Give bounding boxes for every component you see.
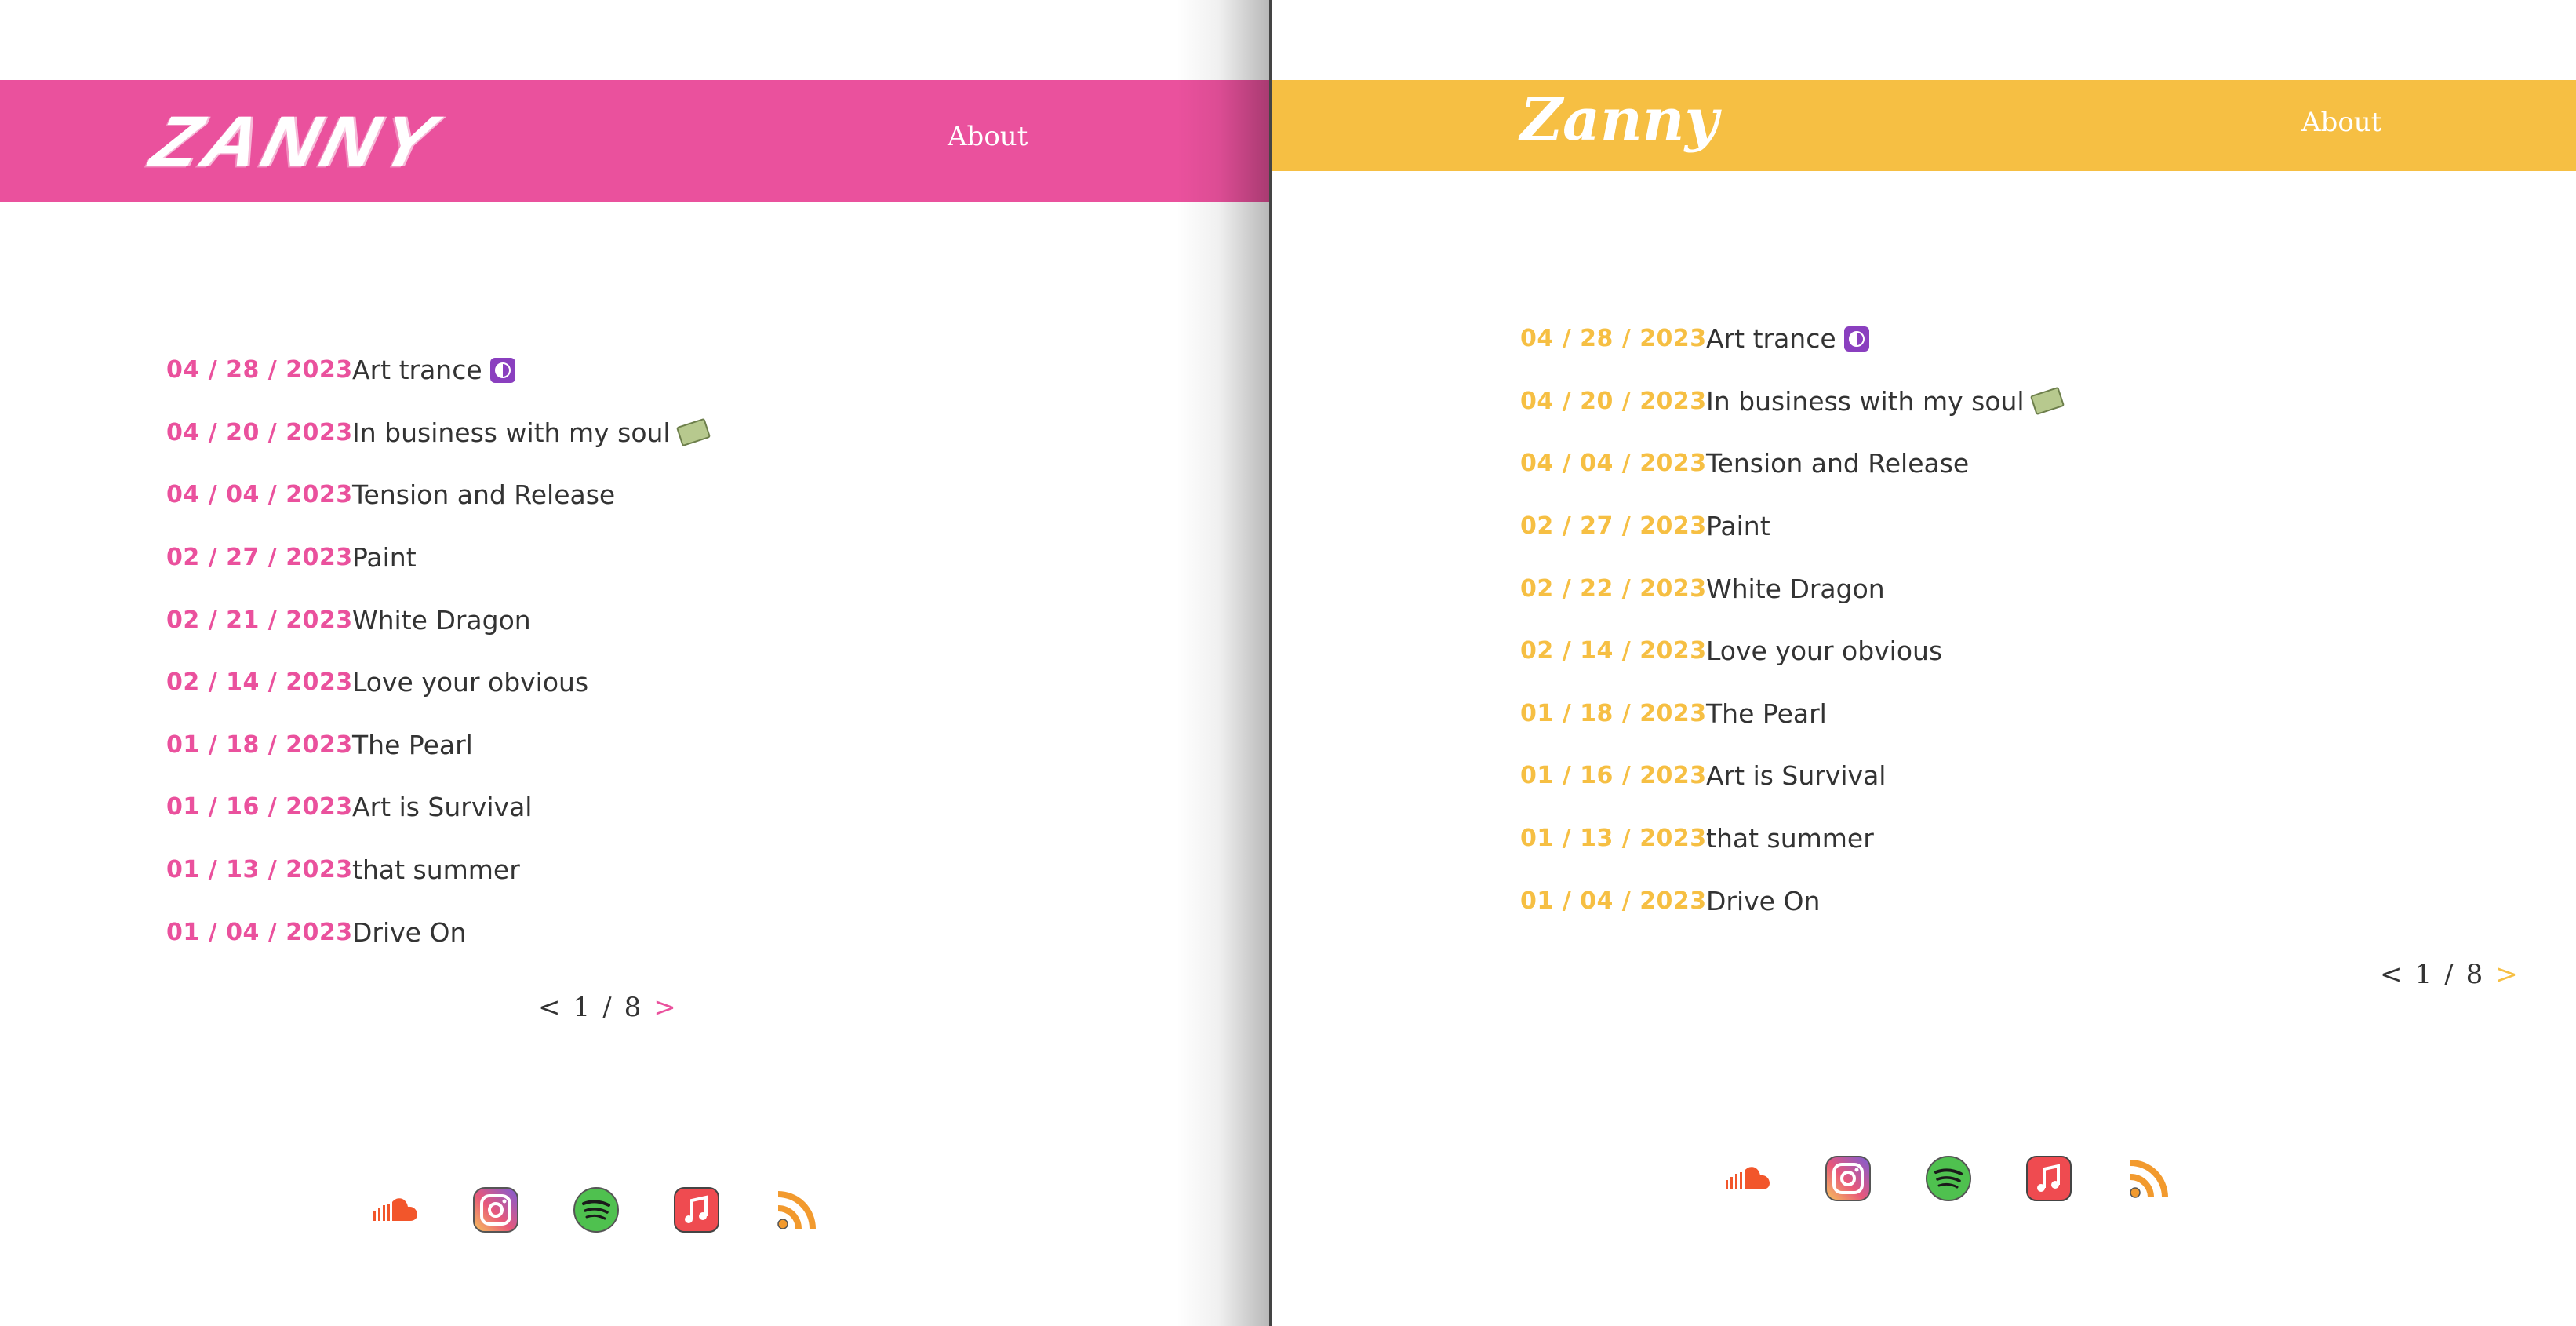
post-date: 01 / 18 / 2023 — [1520, 699, 1707, 727]
page-separator: / — [602, 992, 612, 1023]
post-title[interactable]: that summer — [352, 854, 520, 885]
post-title[interactable]: In business with my soul — [352, 417, 671, 448]
post-date: 01 / 18 / 2023 — [166, 730, 353, 759]
post-date: 02 / 14 / 2023 — [166, 668, 353, 697]
post-item[interactable]: 02 / 27 / 2023 Paint — [1520, 495, 2062, 558]
post-date: 01 / 16 / 2023 — [1520, 762, 1707, 790]
total-pages: 8 — [2465, 959, 2483, 990]
post-item[interactable]: 01 / 13 / 2023 that summer — [1520, 807, 2062, 870]
soundcloud-icon[interactable] — [1723, 1153, 1773, 1204]
post-item[interactable]: 04 / 04 / 2023 Tension and Release — [166, 464, 708, 526]
about-link[interactable]: About — [948, 121, 1028, 152]
post-title[interactable]: In business with my soul — [1706, 386, 2025, 417]
post-title[interactable]: Paint — [352, 542, 417, 573]
post-item[interactable]: 02 / 14 / 2023 Love your obvious — [166, 651, 708, 714]
yin-yang-emoji-icon — [1843, 326, 1869, 352]
post-date: 04 / 04 / 2023 — [1520, 450, 1707, 478]
post-date: 02 / 21 / 2023 — [166, 606, 353, 634]
spotify-icon[interactable] — [1923, 1153, 1974, 1204]
post-item[interactable]: 01 / 04 / 2023 Drive On — [1520, 869, 2062, 932]
post-list: 04 / 28 / 2023 Art trance 04 / 20 / 2023 I… — [166, 339, 711, 964]
money-with-wings-emoji-icon — [675, 418, 711, 447]
current-page: 1 — [2414, 959, 2432, 990]
post-item[interactable]: 02 / 27 / 2023 Paint — [166, 526, 708, 589]
post-date: 01 / 16 / 2023 — [166, 793, 353, 821]
post-list: 04 / 28 / 2023 Art trance 04 / 20 / 2023 I… — [1520, 308, 2065, 932]
post-title[interactable]: Love your obvious — [1706, 636, 1942, 666]
post-date: 02 / 27 / 2023 — [166, 544, 353, 572]
apple-music-icon[interactable] — [2024, 1153, 2074, 1204]
post-title[interactable]: Love your obvious — [352, 667, 588, 698]
next-page-button[interactable]: > — [653, 992, 676, 1023]
post-title[interactable]: Art is Survival — [352, 792, 532, 822]
previous-page-button[interactable]: < — [538, 992, 561, 1023]
site-logo[interactable]: ZANNY — [144, 101, 447, 184]
right-blog-page: Zanny About 04 / 28 / 2023 Art trance 04 … — [1272, 0, 2576, 1326]
post-item[interactable]: 02 / 14 / 2023 Love your obvious — [1520, 620, 2062, 683]
rss-feed-icon[interactable] — [772, 1185, 822, 1235]
post-item[interactable]: 01 / 16 / 2023 Art is Survival — [1520, 745, 2062, 807]
post-title[interactable]: Art trance — [1706, 323, 1836, 354]
site-header: Zanny About — [1272, 80, 2576, 171]
instagram-icon[interactable] — [471, 1185, 521, 1235]
post-item[interactable]: 01 / 04 / 2023 Drive On — [166, 901, 708, 964]
post-date: 04 / 04 / 2023 — [166, 481, 353, 509]
post-date: 04 / 20 / 2023 — [166, 418, 353, 446]
post-item[interactable]: 01 / 13 / 2023 that summer — [166, 839, 708, 902]
post-item[interactable]: 01 / 18 / 2023 The Pearl — [166, 714, 708, 777]
post-item[interactable]: 04 / 28 / 2023 Art trance — [166, 339, 708, 402]
post-date: 01 / 04 / 2023 — [166, 918, 353, 946]
site-logo[interactable]: Zanny — [1520, 86, 1719, 154]
post-date: 01 / 13 / 2023 — [1520, 825, 1707, 853]
post-title[interactable]: The Pearl — [1706, 698, 1827, 729]
instagram-icon[interactable] — [1823, 1153, 1873, 1204]
pagination: < 1 / 8 > — [538, 992, 676, 1023]
post-date: 04 / 20 / 2023 — [1520, 387, 1707, 415]
post-date: 01 / 13 / 2023 — [166, 856, 353, 884]
post-date: 02 / 22 / 2023 — [1520, 574, 1707, 603]
social-links — [370, 1185, 822, 1235]
rss-feed-icon[interactable] — [2124, 1153, 2174, 1204]
post-item[interactable]: 04 / 20 / 2023 In business with my soul — [166, 402, 711, 464]
post-title[interactable]: Tension and Release — [1706, 448, 1969, 479]
pagination: < 1 / 8 > — [2380, 959, 2518, 990]
money-with-wings-emoji-icon — [2029, 387, 2065, 416]
post-item[interactable]: 01 / 16 / 2023 Art is Survival — [166, 776, 708, 839]
previous-page-button[interactable]: < — [2380, 959, 2403, 990]
post-date: 01 / 04 / 2023 — [1520, 887, 1707, 915]
post-item[interactable]: 04 / 20 / 2023 In business with my soul — [1520, 370, 2065, 433]
post-date: 04 / 28 / 2023 — [166, 356, 353, 384]
post-date: 02 / 14 / 2023 — [1520, 637, 1707, 665]
apple-music-icon[interactable] — [671, 1185, 722, 1235]
yin-yang-emoji-icon — [489, 357, 515, 383]
next-page-button[interactable]: > — [2495, 959, 2518, 990]
spotify-icon[interactable] — [571, 1185, 621, 1235]
social-links — [1723, 1153, 2174, 1204]
total-pages: 8 — [624, 992, 642, 1023]
post-title[interactable]: Drive On — [1706, 886, 1820, 916]
post-item[interactable]: 04 / 28 / 2023 Art trance — [1520, 308, 2062, 370]
page-separator: / — [2444, 959, 2454, 990]
post-title[interactable]: White Dragon — [352, 605, 531, 636]
post-date: 02 / 27 / 2023 — [1520, 512, 1707, 541]
post-title[interactable]: Drive On — [352, 917, 466, 948]
post-item[interactable]: 02 / 22 / 2023 White Dragon — [1520, 557, 2062, 620]
post-title[interactable]: Art is Survival — [1706, 760, 1886, 791]
post-title[interactable]: The Pearl — [352, 730, 473, 760]
post-title[interactable]: White Dragon — [1706, 574, 1885, 604]
site-header: ZANNY About — [0, 80, 1271, 202]
soundcloud-icon[interactable] — [370, 1185, 420, 1235]
post-date: 04 / 28 / 2023 — [1520, 325, 1707, 353]
post-title[interactable]: Art trance — [352, 355, 482, 385]
current-page: 1 — [573, 992, 591, 1023]
post-title[interactable]: Paint — [1706, 511, 1770, 541]
post-item[interactable]: 02 / 21 / 2023 White Dragon — [166, 588, 708, 651]
post-item[interactable]: 01 / 18 / 2023 The Pearl — [1520, 683, 2062, 745]
post-title[interactable]: that summer — [1706, 823, 1874, 854]
post-item[interactable]: 04 / 04 / 2023 Tension and Release — [1520, 432, 2062, 495]
left-blog-page: ZANNY About 04 / 28 / 2023 Art trance 04 … — [0, 0, 1271, 1326]
post-title[interactable]: Tension and Release — [352, 479, 615, 510]
about-link[interactable]: About — [2301, 107, 2381, 138]
